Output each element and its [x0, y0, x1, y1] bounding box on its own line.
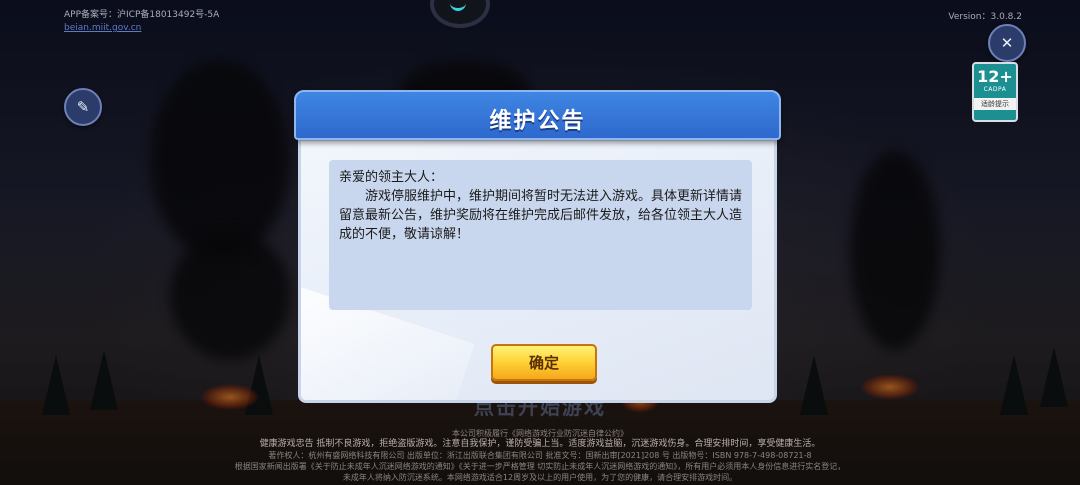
rating-org: CADPA: [983, 86, 1007, 93]
message-greeting: 亲爱的领主大人：: [339, 170, 444, 185]
health-advice: 健康游戏忠告 抵制不良游戏，拒绝盗版游戏。注意自我保护，谨防受骗上当。适度游戏益…: [259, 439, 821, 449]
footer-line: 根据国家新闻出版署《关于防止未成年人沉迷网络游戏的通知》《关于进一步严格管理 切…: [234, 462, 846, 471]
footer-line: 著作权人：杭州有盛网络科技有限公司 出版单位：浙江出版联合集团有限公司 批准文号…: [268, 451, 812, 460]
message-box: 亲爱的领主大人： 游戏停服维护中，维护期间将暂时无法进入游戏。具体更新详情请留意…: [329, 160, 752, 310]
dialog-title: 维护公告: [489, 109, 586, 134]
app-record-info: APP备案号：沪ICP备18013492号-5A beian.miit.gov.…: [64, 9, 219, 35]
notice-button[interactable]: ✎: [64, 88, 102, 126]
record-link[interactable]: beian.miit.gov.cn: [64, 22, 219, 35]
app-record-number: APP备案号：沪ICP备18013492号-5A: [64, 10, 220, 20]
age-rating-badge[interactable]: 12+ CADPA 适龄提示: [972, 62, 1018, 122]
edit-note-icon: ✎: [76, 98, 90, 116]
dialog-body: 亲爱的领主大人： 游戏停服维护中，维护期间将暂时无法进入游戏。具体更新详情请留意…: [298, 138, 777, 403]
repair-tools-button[interactable]: ✕: [988, 24, 1026, 62]
version-label: Version：3.0.8.2: [948, 12, 1022, 22]
confirm-button[interactable]: 确定: [491, 344, 597, 381]
message-text: 游戏停服维护中，维护期间将暂时无法进入游戏。具体更新详情请留意最新公告，维护奖励…: [339, 189, 743, 242]
maintenance-dialog: 亲爱的领主大人： 游戏停服维护中，维护期间将暂时无法进入游戏。具体更新详情请留意…: [294, 90, 781, 405]
tools-icon: ✕: [1000, 34, 1014, 52]
age-tip: 适龄提示: [974, 98, 1016, 110]
dialog-header: 维护公告: [294, 90, 781, 140]
footer-line: 未成年人将纳入防沉迷系统。本网络游戏适合12周岁及以上的用户使用，为了您的健康，…: [342, 473, 738, 482]
footer-notice: 本公司积极履行《网络游戏行业防沉迷自律公约》 健康游戏忠告 抵制不良游戏，拒绝盗…: [0, 428, 1080, 483]
footer-line: 本公司积极履行《网络游戏行业防沉迷自律公约》: [452, 429, 628, 438]
age-rating: 12+: [977, 67, 1013, 86]
